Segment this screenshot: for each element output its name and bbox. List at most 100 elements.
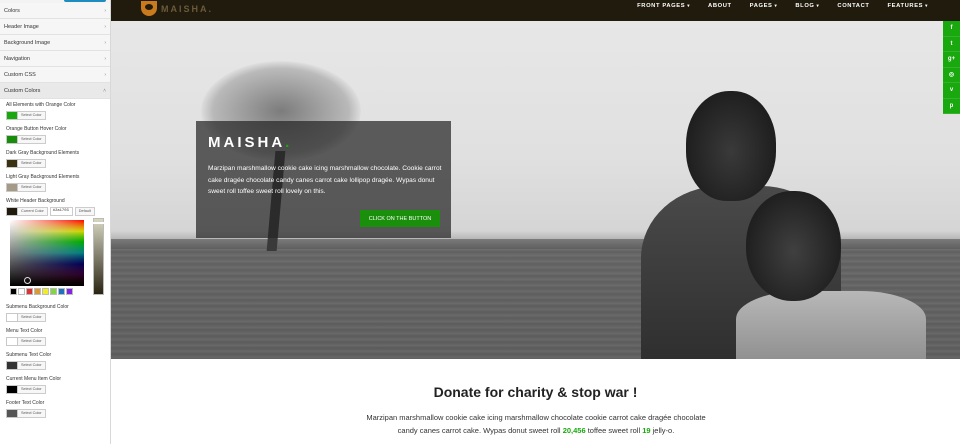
- color-option: Menu Text Color Select Color: [6, 328, 104, 346]
- current-color-button[interactable]: Current Color: [18, 206, 48, 216]
- color-option: Submenu Text Color Select Color: [6, 352, 104, 370]
- logo[interactable]: MAISHA.: [141, 0, 213, 17]
- select-color-button[interactable]: Select Color: [18, 384, 46, 394]
- instagram-icon[interactable]: ◎: [943, 68, 960, 83]
- select-color-button[interactable]: Select Color: [18, 134, 46, 144]
- hero-text: Marzipan marshmallow cookie cake icing m…: [208, 165, 442, 195]
- palette-swatch[interactable]: [18, 288, 25, 295]
- select-color-button[interactable]: Select Color: [18, 336, 46, 346]
- stat-number: 19: [642, 426, 651, 435]
- color-option: Light Gray Background Elements Select Co…: [6, 174, 104, 192]
- logo-icon: [141, 1, 157, 16]
- color-swatch[interactable]: [6, 360, 18, 370]
- nav-blog[interactable]: BLOG ▾: [795, 3, 819, 9]
- section-label: Custom CSS: [4, 71, 36, 78]
- section-background-image[interactable]: Background Image ›: [0, 35, 110, 51]
- select-color-button[interactable]: Select Color: [18, 158, 46, 168]
- color-option: Footer Text Color Select Color: [6, 400, 104, 418]
- hue-slider[interactable]: [93, 218, 104, 295]
- section-custom-colors[interactable]: Custom Colors ˄: [0, 83, 110, 99]
- color-option: Current Menu Item Color Select Color: [6, 376, 104, 394]
- hero-cta-button[interactable]: CLICK ON THE BUTTON: [360, 210, 440, 227]
- googleplus-icon[interactable]: g+: [943, 52, 960, 68]
- pinterest-icon[interactable]: p: [943, 99, 960, 114]
- hero-title: MAISHA.: [208, 134, 293, 151]
- palette-swatch[interactable]: [26, 288, 33, 295]
- select-color-button[interactable]: Select Color: [18, 182, 46, 192]
- chevron-right-icon: ›: [104, 23, 106, 30]
- facebook-icon[interactable]: f: [943, 21, 960, 37]
- nav-front-pages[interactable]: FRONT PAGES ▾: [637, 3, 690, 9]
- color-swatch[interactable]: [6, 408, 18, 418]
- nav-contact[interactable]: CONTACT: [837, 3, 869, 9]
- section-navigation[interactable]: Navigation ›: [0, 51, 110, 67]
- palette-swatch[interactable]: [42, 288, 49, 295]
- nav-features[interactable]: FEATURES ▾: [888, 3, 928, 9]
- palette-swatch[interactable]: [58, 288, 65, 295]
- slider-handle[interactable]: [93, 222, 104, 224]
- color-option: Orange Button Hover Color Select Color: [6, 126, 104, 144]
- select-color-button[interactable]: Select Color: [18, 408, 46, 418]
- color-option: All Elements with Orange Color Select Co…: [6, 102, 104, 120]
- color-swatch[interactable]: [6, 110, 18, 120]
- stat-number: 20,456: [562, 426, 586, 435]
- option-label: All Elements with Orange Color: [6, 102, 76, 108]
- select-color-button[interactable]: Select Color: [18, 360, 46, 370]
- color-swatch[interactable]: [6, 206, 18, 216]
- color-option: Dark Gray Background Elements Select Col…: [6, 150, 104, 168]
- logo-text: MAISHA.: [161, 3, 214, 14]
- option-label: Submenu Background Color: [6, 304, 69, 310]
- caret-down-icon: ▾: [687, 3, 691, 8]
- save-button[interactable]: [64, 0, 106, 2]
- option-label: Dark Gray Background Elements: [6, 150, 80, 156]
- picker-handle[interactable]: [24, 277, 31, 284]
- option-label: Submenu Text Color: [6, 352, 52, 358]
- section-label: Header Image: [4, 23, 39, 30]
- color-swatch[interactable]: [6, 384, 18, 394]
- caret-down-icon: ▾: [774, 3, 778, 8]
- main-nav: FRONT PAGES ▾ ABOUT PAGES ▾ BLOG ▾ CONTACT …: [619, 0, 928, 12]
- social-sidebar: f t g+ ◎ v p: [943, 21, 960, 114]
- section-label: Custom Colors: [4, 87, 41, 94]
- color-swatch[interactable]: [6, 336, 18, 346]
- customizer-header: [0, 0, 110, 3]
- select-color-button[interactable]: Select Color: [18, 312, 46, 322]
- chevron-right-icon: ›: [104, 55, 106, 62]
- color-swatch[interactable]: [6, 182, 18, 192]
- vimeo-icon[interactable]: v: [943, 83, 960, 99]
- twitter-icon[interactable]: t: [943, 37, 960, 52]
- color-swatch[interactable]: [6, 134, 18, 144]
- saturation-value-area[interactable]: [10, 220, 84, 286]
- option-label: Orange Button Hover Color: [6, 126, 67, 132]
- color-option: Submenu Background Color Select Color: [6, 304, 104, 322]
- chevron-right-icon: ›: [104, 39, 106, 46]
- option-label: Light Gray Background Elements: [6, 174, 80, 180]
- palette-swatch[interactable]: [34, 288, 41, 295]
- palette-swatch[interactable]: [50, 288, 57, 295]
- select-color-button[interactable]: Select Color: [18, 110, 46, 120]
- site-preview: MAISHA. FRONT PAGES ▾ ABOUT PAGES ▾ BLOG ▾ …: [111, 0, 960, 444]
- palette-swatch[interactable]: [66, 288, 73, 295]
- color-swatch[interactable]: [6, 158, 18, 168]
- children-photo: [641, 81, 926, 359]
- palette: [10, 288, 74, 295]
- default-color-button[interactable]: Default: [74, 206, 95, 216]
- section-title: Donate for charity & stop war !: [433, 384, 638, 400]
- option-label: White Header Background: [6, 198, 65, 204]
- option-label: Current Menu Item Color: [6, 376, 62, 382]
- section-label: Background Image: [4, 39, 51, 46]
- hex-color-input[interactable]: #2a1703: [49, 206, 73, 216]
- palette-swatch[interactable]: [10, 288, 17, 295]
- child-body: [736, 291, 926, 359]
- section-text: Marzipan marshmallow cookie cake icing m…: [366, 413, 706, 435]
- color-picker: [6, 218, 104, 298]
- nav-about[interactable]: ABOUT: [708, 3, 732, 9]
- section-custom-css[interactable]: Custom CSS ›: [0, 67, 110, 83]
- chevron-right-icon: ›: [104, 71, 106, 78]
- section-header-image[interactable]: Header Image ›: [0, 19, 110, 35]
- color-option-active: White Header Background Current Color #2…: [6, 198, 104, 298]
- caret-down-icon: ▾: [816, 3, 820, 8]
- section-colors[interactable]: Colors ›: [0, 3, 110, 19]
- color-swatch[interactable]: [6, 312, 18, 322]
- nav-pages[interactable]: PAGES ▾: [750, 3, 778, 9]
